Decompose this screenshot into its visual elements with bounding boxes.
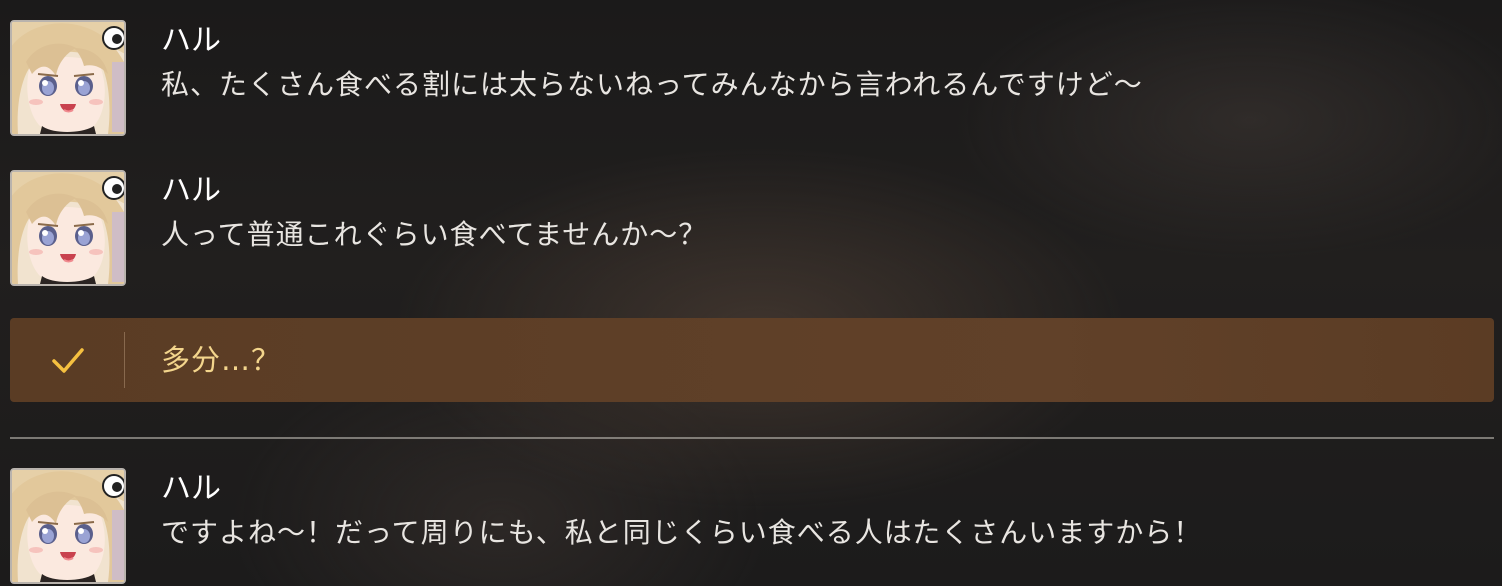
dialogue-text: ですよね〜！だって周りにも、私と同じくらい食べる人はたくさんいますから！ bbox=[161, 516, 1203, 549]
log-entry: ハル 人って普通これぐらい食べてませんか〜？ bbox=[10, 170, 1490, 290]
choice-divider bbox=[124, 332, 125, 388]
log-entry: ハル 私、たくさん食べる割には太らないねってみんなから言われるんですけど〜 bbox=[10, 20, 1490, 140]
log-separator bbox=[10, 437, 1494, 439]
haru-portrait-icon bbox=[10, 170, 126, 286]
log-entry: ハル ですよね〜！だって周りにも、私と同じくらい食べる人はたくさんいますから！ bbox=[10, 468, 1490, 586]
checkmark-icon bbox=[48, 340, 88, 380]
choice-text: 多分…？ bbox=[161, 343, 282, 377]
selected-choice: 多分…？ bbox=[10, 318, 1494, 402]
dialogue-text: 人って普通これぐらい食べてませんか〜？ bbox=[161, 218, 708, 251]
haru-portrait-icon bbox=[10, 468, 126, 584]
dialogue-text: 私、たくさん食べる割には太らないねってみんなから言われるんですけど〜 bbox=[161, 68, 1143, 101]
speaker-name: ハル bbox=[161, 23, 221, 58]
haru-portrait-icon bbox=[10, 20, 126, 136]
speaker-name: ハル bbox=[161, 173, 221, 208]
speaker-name: ハル bbox=[161, 471, 221, 506]
